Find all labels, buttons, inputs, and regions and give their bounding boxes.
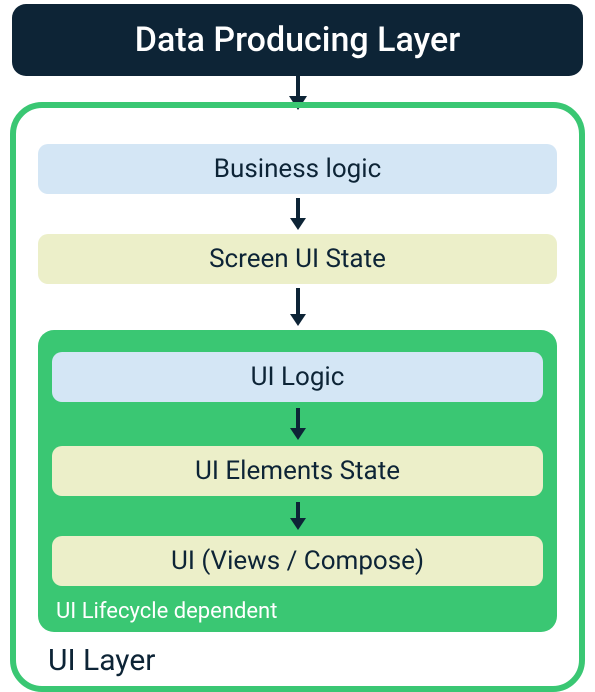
- diagram-container: Data Producing Layer Business logic Scre…: [4, 4, 591, 692]
- header-title: Data Producing Layer: [135, 20, 460, 60]
- ui-elements-state-box: UI Elements State: [52, 446, 543, 496]
- screen-ui-state-box: Screen UI State: [38, 234, 557, 284]
- ui-layer-container: Business logic Screen UI State UI Logic: [10, 102, 585, 692]
- ui-logic-label: UI Logic: [251, 362, 345, 392]
- arrow-down-icon: [38, 198, 557, 230]
- ui-lifecycle-label: UI Lifecycle dependent: [56, 599, 277, 624]
- ui-layer-label: UI Layer: [48, 643, 155, 678]
- ui-logic-box: UI Logic: [52, 352, 543, 402]
- business-logic-label: Business logic: [214, 154, 381, 184]
- ui-views-box: UI (Views / Compose): [52, 536, 543, 586]
- ui-lifecycle-container: UI Logic UI Elements State UI (Views / C…: [38, 330, 557, 632]
- ui-elements-state-label: UI Elements State: [195, 456, 400, 486]
- business-logic-box: Business logic: [38, 144, 557, 194]
- arrow-down-icon: [52, 502, 543, 530]
- data-producing-layer-box: Data Producing Layer: [12, 4, 583, 76]
- arrow-down-icon: [52, 408, 543, 440]
- ui-views-label: UI (Views / Compose): [171, 546, 424, 576]
- screen-ui-state-label: Screen UI State: [209, 244, 386, 274]
- arrow-down-icon: [38, 288, 557, 326]
